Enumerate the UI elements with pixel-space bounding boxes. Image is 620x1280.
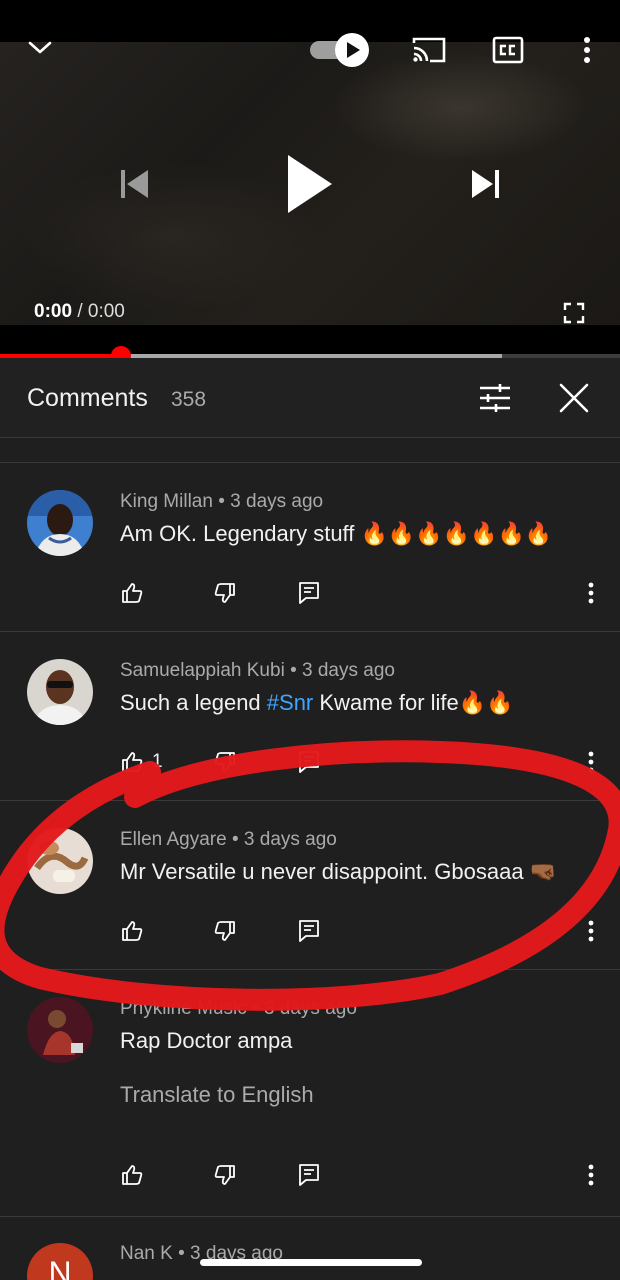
comment-age: 3 days ago (263, 998, 357, 1019)
comment-age: 3 days ago (230, 491, 324, 512)
thumbs-up-icon (122, 1165, 143, 1185)
close-comments-button[interactable] (556, 380, 592, 416)
chevron-down-icon (28, 41, 52, 54)
comment-item: N Nan K • 3 days ago (0, 1217, 620, 1280)
comment-text-part: Such a legend (120, 690, 267, 715)
comment-author[interactable]: King Millan (120, 491, 213, 512)
more-vert-icon (588, 920, 594, 942)
comment-text: Am OK. Legendary stuff 🔥🔥🔥🔥🔥🔥🔥 (120, 521, 553, 546)
comment-more-button[interactable] (585, 581, 597, 605)
avatar[interactable] (27, 490, 93, 556)
comment-text: Rap Doctor ampa (120, 1028, 293, 1053)
like-count: 1 (152, 751, 163, 772)
reply-icon (299, 751, 319, 773)
comment-item: Phykline Music • 3 days ago Rap Doctor a… (0, 970, 620, 1216)
thumbs-up-icon (122, 921, 143, 941)
like-button[interactable] (120, 919, 144, 943)
more-vert-icon (584, 37, 590, 63)
like-button[interactable] (120, 581, 144, 605)
autoplay-toggle[interactable] (308, 32, 372, 68)
thumbs-down-icon (214, 583, 235, 603)
comment-age: 3 days ago (243, 829, 337, 850)
reply-button[interactable] (297, 749, 321, 775)
comment-more-button[interactable] (585, 750, 597, 774)
avatar-letter: N (48, 1255, 72, 1280)
duration: 0:00 (87, 301, 125, 322)
dislike-button[interactable] (213, 581, 237, 605)
close-icon (559, 383, 589, 413)
captions-icon (492, 36, 524, 64)
fullscreen-icon (563, 302, 585, 324)
avatar[interactable] (27, 828, 93, 894)
cast-button[interactable] (408, 33, 450, 67)
autoplay-toggle-icon (310, 33, 369, 67)
dislike-button[interactable] (213, 919, 237, 943)
avatar[interactable] (27, 659, 93, 725)
comments-count: 358 (171, 388, 207, 411)
current-time: 0:00 (34, 301, 73, 322)
reply-button[interactable] (297, 580, 321, 606)
comments-title: Comments (27, 384, 148, 412)
comment-author[interactable]: Phykline Music (120, 998, 247, 1019)
reply-button[interactable] (297, 1162, 321, 1188)
play-button[interactable] (272, 142, 344, 226)
comment-more-button[interactable] (585, 919, 597, 943)
more-vert-icon (588, 751, 594, 773)
comment-meta: Ellen Agyare • 3 days ago (120, 829, 337, 850)
more-vert-icon (588, 1164, 594, 1186)
comment-meta: Phykline Music • 3 days ago (120, 998, 357, 1019)
time-display: 0:00 / 0:00 (34, 301, 125, 323)
reply-icon (299, 582, 319, 604)
next-button[interactable] (464, 162, 508, 206)
player-bottom-bar (0, 325, 620, 355)
player-more-button[interactable] (574, 32, 600, 68)
thumbs-down-icon (214, 921, 235, 941)
thumbs-up-icon (122, 752, 143, 772)
comment-item: King Millan • 3 days ago Am OK. Legendar… (0, 463, 620, 631)
comment-author[interactable]: Nan K (120, 1243, 173, 1264)
hashtag-link[interactable]: #Snr (267, 690, 313, 715)
comment-author[interactable]: Ellen Agyare (120, 829, 227, 850)
like-button[interactable] (120, 750, 144, 774)
captions-button[interactable] (490, 34, 526, 66)
thumbs-up-icon (122, 583, 143, 603)
comments-header: Comments 358 (0, 358, 620, 438)
fullscreen-button[interactable] (560, 298, 588, 328)
time-separator: / (77, 301, 83, 322)
more-vert-icon (588, 582, 594, 604)
sort-filter-icon (480, 384, 510, 412)
comment-more-button[interactable] (585, 1163, 597, 1187)
thumbs-down-icon (214, 1165, 235, 1185)
play-icon (288, 155, 332, 213)
comment-author[interactable]: Samuelappiah Kubi (120, 660, 285, 681)
comment-item: Ellen Agyare • 3 days ago Mr Versatile u… (0, 801, 620, 969)
comment-meta: Samuelappiah Kubi • 3 days ago (120, 660, 395, 681)
home-indicator (200, 1259, 422, 1266)
comment-text: Mr Versatile u never disappoint. Gbosaaa… (120, 859, 558, 884)
comment-item: Samuelappiah Kubi • 3 days ago Such a le… (0, 632, 620, 800)
previous-button[interactable] (112, 162, 156, 206)
comment-meta: King Millan • 3 days ago (120, 491, 324, 512)
reply-button[interactable] (297, 918, 321, 944)
thumbs-down-icon (214, 752, 235, 772)
dislike-button[interactable] (213, 1163, 237, 1187)
reply-icon (299, 1164, 319, 1186)
comment-age: 3 days ago (302, 660, 395, 681)
translate-link[interactable]: Translate to English (120, 1082, 314, 1108)
minimize-button[interactable] (22, 30, 58, 66)
like-button[interactable] (120, 1163, 144, 1187)
avatar[interactable]: N (27, 1243, 93, 1280)
next-icon (472, 170, 499, 198)
sort-button[interactable] (474, 378, 516, 418)
previous-icon (121, 170, 148, 198)
avatar[interactable] (27, 997, 93, 1063)
comment-text: Such a legend #Snr Kwame for life🔥🔥 (120, 690, 514, 716)
dislike-button[interactable] (213, 750, 237, 774)
reply-icon (299, 920, 319, 942)
cast-icon (412, 37, 446, 63)
comment-text-part: Kwame for life🔥🔥 (313, 690, 514, 715)
